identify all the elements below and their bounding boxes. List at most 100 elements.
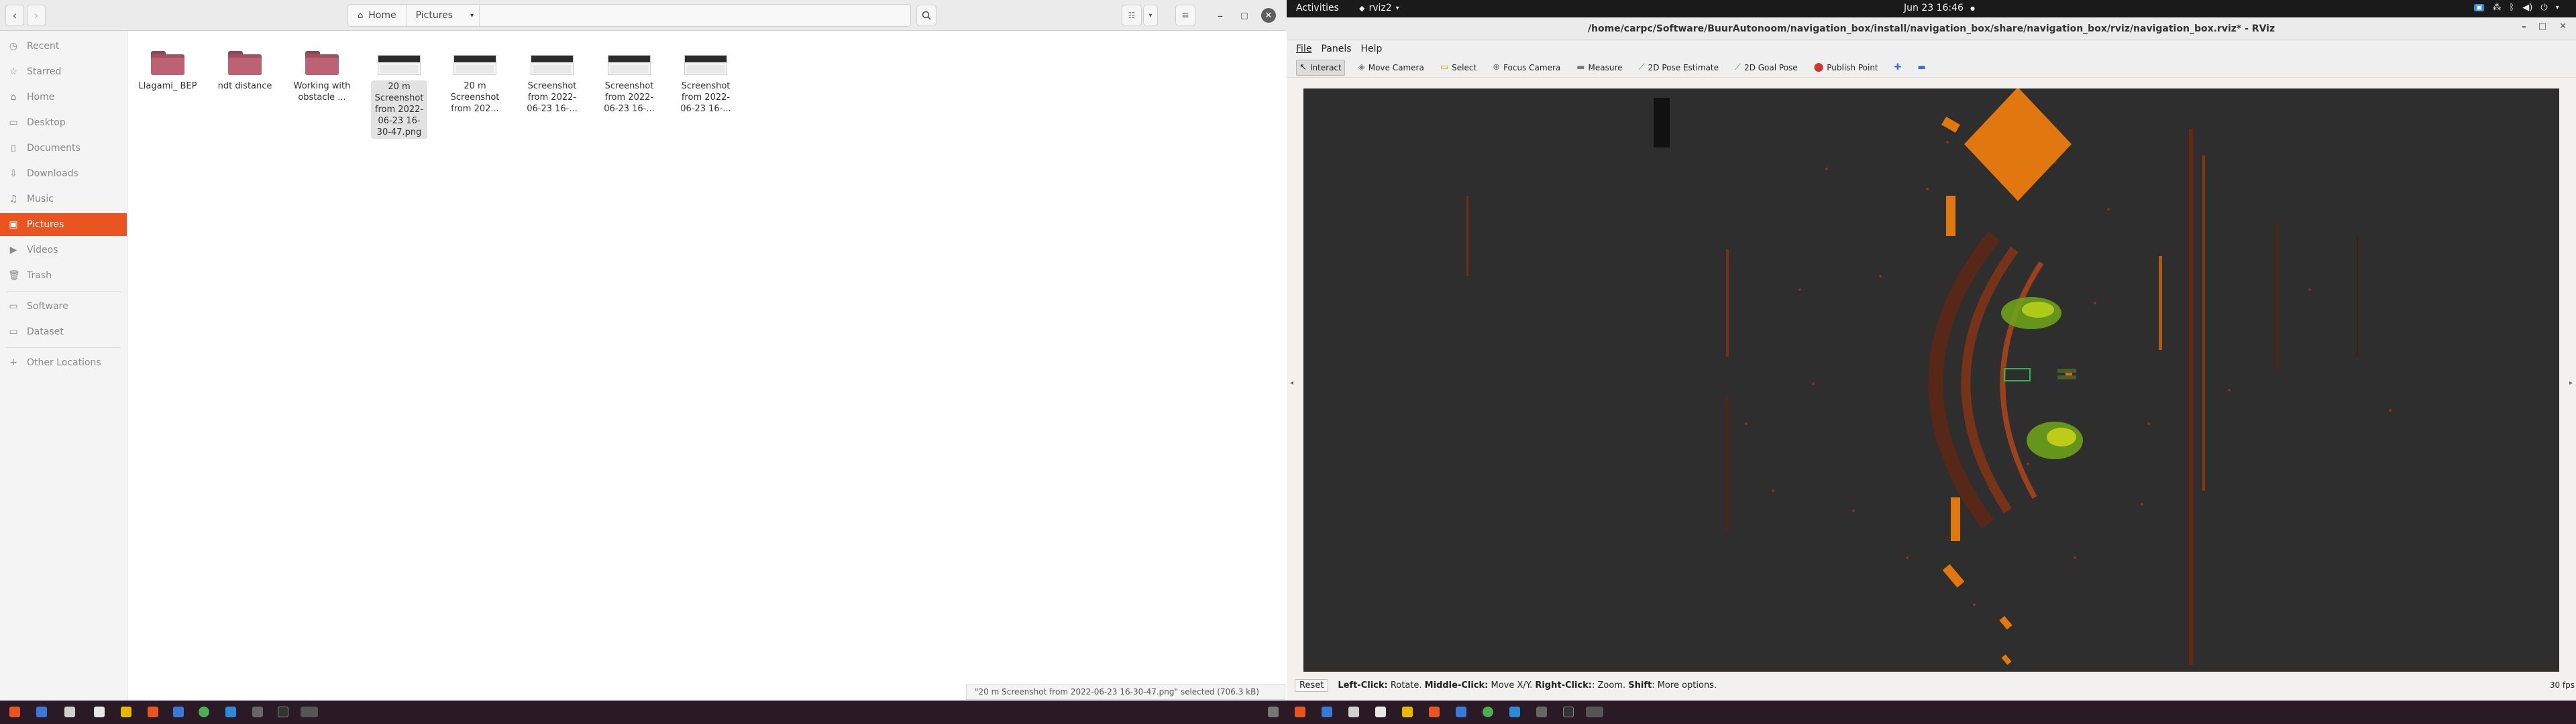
right-panel-collapse-handle[interactable]: ▸ (2569, 379, 2575, 389)
clock[interactable]: Jun 23 16:46 ● (1904, 3, 1975, 13)
chrome-icon[interactable] (1483, 707, 1493, 717)
image-thumbnail (531, 55, 574, 75)
taskbar-app-icon[interactable] (1348, 707, 1359, 717)
app-grid-icon[interactable] (9, 707, 20, 717)
chevron-down-icon[interactable]: ▾ (470, 12, 474, 19)
menu-file[interactable]: File (1296, 44, 1311, 54)
view-options-button[interactable]: ▾ (1143, 5, 1158, 26)
sidebar-item-desktop[interactable]: ▭ Desktop (0, 111, 127, 134)
sidebar-item-label: Pictures (27, 219, 64, 230)
left-panel-collapse-handle[interactable]: ◂ (1290, 379, 1295, 389)
sidebar-item-downloads[interactable]: ⇩ Downloads (0, 162, 127, 185)
sidebar-item-label: Music (27, 194, 54, 204)
hint-right-text: : Zoom. (1591, 680, 1629, 690)
sidebar-item-software[interactable]: ▭ Software (0, 295, 127, 318)
tool-label: 2D Goal Pose (1744, 62, 1798, 72)
activities-button[interactable]: Activities (1296, 3, 1339, 13)
folder-item[interactable]: ndt distance (210, 48, 280, 92)
sidebar-item-documents[interactable]: ▯ Documents (0, 137, 127, 160)
vscode-icon[interactable] (225, 707, 236, 717)
taskbar-app-icon[interactable] (94, 707, 105, 717)
tool-focus-camera[interactable]: ⊕ Focus Camera (1490, 60, 1563, 76)
taskbar-app-icon[interactable] (148, 707, 158, 717)
image-file-item[interactable]: Screenshot from 2022-06-23 16-... (671, 48, 741, 115)
taskbar-app-icon[interactable] (1429, 707, 1440, 717)
taskbar-app-icon[interactable] (173, 707, 184, 717)
sidebar-item-label: Starred (27, 66, 62, 77)
close-button[interactable]: ✕ (1261, 8, 1276, 23)
3d-viewport[interactable] (1303, 87, 2559, 672)
sidebar-item-starred[interactable]: ☆ Starred (0, 60, 127, 83)
vscode-icon[interactable] (1509, 707, 1520, 717)
taskbar-app-icon-active[interactable] (301, 707, 318, 717)
sidebar-item-label: Documents (27, 143, 80, 154)
sidebar-item-label: Other Locations (27, 357, 101, 368)
menu-button[interactable]: ≡ (1175, 5, 1195, 26)
system-tray[interactable]: ▣ ⁂ ᛒ ◀) ⏻ ▾ (2474, 3, 2559, 13)
view-list-button[interactable]: ☷ (1122, 5, 1142, 26)
breadcrumb-pictures[interactable]: Pictures ▾ (407, 5, 480, 26)
sidebar-item-other-locations[interactable]: + Other Locations (0, 351, 127, 374)
taskbar-app-icon[interactable] (252, 707, 263, 717)
taskbar-app-icon[interactable] (1295, 707, 1305, 717)
image-file-item-selected[interactable]: 20 m Screenshot from 2022-06-23 16-30-47… (364, 48, 434, 139)
tool-2d-pose-estimate[interactable]: ⟋ 2D Pose Estimate (1636, 60, 1721, 76)
terminal-icon[interactable] (1563, 707, 1574, 717)
bluetooth-icon: ᛒ (2509, 3, 2515, 13)
taskbar-app-icon[interactable] (1456, 707, 1466, 717)
maximize-button[interactable]: □ (2538, 21, 2546, 32)
star-icon: ☆ (9, 66, 18, 77)
forward-button[interactable]: › (27, 5, 46, 26)
tool-interact[interactable]: ↖ Interact (1296, 59, 1345, 76)
back-button[interactable]: ‹ (5, 5, 24, 26)
terminal-icon[interactable] (278, 707, 288, 717)
tool-measure[interactable]: ▬ Measure (1574, 60, 1625, 76)
minimize-button[interactable]: – (2522, 21, 2526, 32)
tool-select[interactable]: ▭ Select (1438, 60, 1479, 76)
tool-publish-point[interactable]: ⬤ Publish Point (1811, 60, 1881, 76)
remove-tool-button[interactable]: ▬ (1915, 60, 1929, 76)
image-file-item[interactable]: 20 m Screenshot from 202... (440, 48, 510, 115)
close-button[interactable]: ✕ (2559, 21, 2567, 32)
tool-2d-goal-pose[interactable]: ⟋ 2D Goal Pose (1732, 60, 1801, 76)
sidebar-item-label: Dataset (27, 326, 64, 337)
taskbar-app-icon[interactable] (1375, 707, 1386, 717)
sidebar-item-dataset[interactable]: ▭ Dataset (0, 320, 127, 343)
obstacle-marker (1951, 497, 1960, 541)
path-bar[interactable]: ⌂ Home Pictures ▾ (347, 4, 911, 27)
pointcloud-map[interactable] (1303, 87, 2559, 672)
sidebar-item-pictures[interactable]: ▣ Pictures (0, 213, 127, 236)
image-file-item[interactable]: Screenshot from 2022-06-23 16-... (594, 48, 664, 115)
file-label: 20 m Screenshot from 202... (450, 81, 500, 114)
taskbar-app-icon[interactable] (64, 707, 75, 717)
maximize-button[interactable]: □ (1236, 7, 1253, 24)
chrome-icon[interactable] (199, 707, 209, 717)
taskbar-app-icon[interactable] (1536, 707, 1547, 717)
reset-button[interactable]: Reset (1295, 678, 1329, 692)
search-button[interactable] (916, 5, 936, 26)
app-menu[interactable]: ◆ rviz2 ▾ (1359, 3, 1399, 13)
sidebar-item-videos[interactable]: ▶ Videos (0, 239, 127, 261)
taskbar-app-icon[interactable] (121, 707, 131, 717)
breadcrumb-home[interactable]: ⌂ Home (348, 5, 407, 26)
menu-help[interactable]: Help (1361, 44, 1383, 54)
add-tool-button[interactable]: ✚ (1892, 60, 1904, 76)
file-label: ndt distance (217, 81, 272, 91)
taskbar-app-icon[interactable] (36, 707, 47, 717)
taskbar-app-icon[interactable] (1322, 707, 1332, 717)
image-file-item[interactable]: Screenshot from 2022-06-23 16-... (517, 48, 587, 115)
tool-move-camera[interactable]: ◈ Move Camera (1356, 60, 1427, 76)
minimize-button[interactable]: – (1212, 7, 1229, 24)
sidebar-item-music[interactable]: ♫ Music (0, 188, 127, 210)
sidebar-item-recent[interactable]: ◷ Recent (0, 35, 127, 58)
taskbar-app-icon[interactable] (1402, 707, 1413, 717)
minimize-icon: – (2522, 21, 2526, 32)
sidebar-item-trash[interactable]: 🗑 Trash (0, 264, 127, 287)
menu-panels[interactable]: Panels (1321, 44, 1351, 54)
folder-item[interactable]: Working with obstacle ... (287, 48, 357, 103)
folder-item[interactable]: Llagami_ BEP (133, 48, 203, 92)
sidebar-item-home[interactable]: ⌂ Home (0, 86, 127, 109)
minus-icon: ▬ (1917, 62, 1926, 72)
taskbar-app-icon-active[interactable] (1586, 707, 1603, 717)
taskbar-app-icon[interactable] (1268, 707, 1279, 717)
